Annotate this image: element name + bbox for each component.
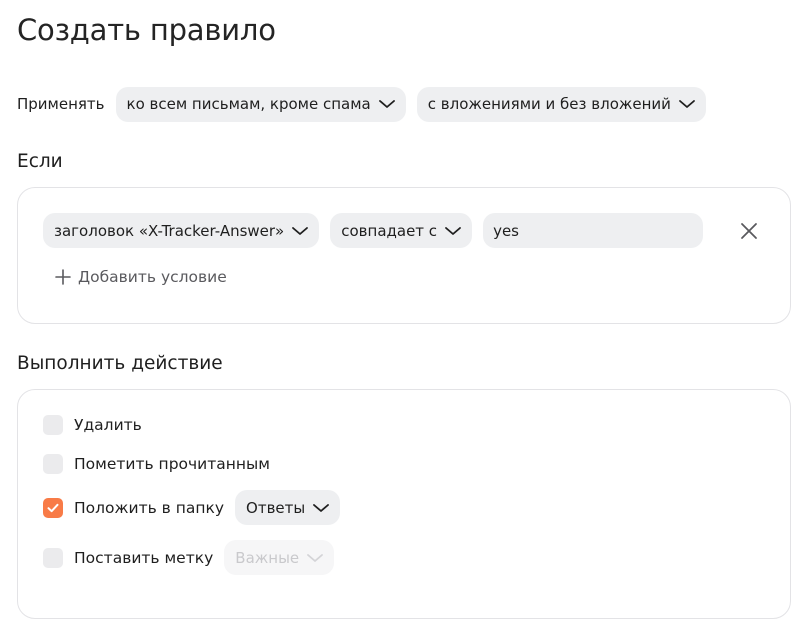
- chevron-down-icon: [378, 100, 395, 108]
- condition-operator-value: совпадает с: [341, 221, 438, 240]
- set-label-checkbox[interactable]: [43, 547, 63, 568]
- add-condition-button[interactable]: Добавить условие: [54, 268, 227, 286]
- folder-select[interactable]: Ответы: [235, 490, 341, 525]
- move-to-folder-checkbox[interactable]: [43, 497, 63, 518]
- scope-select-value: ко всем письмам, кроме спама: [126, 95, 371, 113]
- chevron-down-icon: [679, 100, 695, 108]
- condition-field-value: заголовок «X-Tracker-Answer»: [54, 221, 285, 240]
- action-move-to-folder: Положить в папку Ответы: [43, 490, 341, 525]
- action-mark-read: Пометить прочитанным: [43, 454, 270, 474]
- attachments-select[interactable]: с вложениями и без вложений: [416, 86, 706, 122]
- condition-row: заголовок «X-Tracker-Answer» совпадает с: [43, 213, 704, 248]
- label-select-value: Важные: [235, 548, 300, 567]
- actions-card: Удалить Пометить прочитанным Положить в …: [17, 389, 791, 619]
- chevron-down-icon: [307, 553, 324, 562]
- conditions-section-title: Если: [17, 151, 63, 172]
- mark-read-checkbox[interactable]: [43, 454, 63, 474]
- condition-operator-select[interactable]: совпадает с: [330, 213, 473, 248]
- scope-select[interactable]: ко всем письмам, кроме спама: [115, 86, 406, 122]
- action-delete-label: Удалить: [74, 416, 142, 434]
- condition-value-input[interactable]: [483, 213, 704, 248]
- close-icon[interactable]: [738, 220, 760, 242]
- add-condition-label: Добавить условие: [78, 268, 227, 286]
- actions-section-title: Выполнить действие: [17, 353, 223, 374]
- condition-field-select[interactable]: заголовок «X-Tracker-Answer»: [43, 213, 320, 248]
- action-move-to-folder-label: Положить в папку: [74, 498, 225, 517]
- plus-icon: [55, 269, 71, 285]
- apply-row: Применять ко всем письмам, кроме спама с…: [17, 86, 706, 122]
- action-delete: Удалить: [43, 415, 142, 435]
- label-select: Важные: [224, 540, 335, 575]
- attachments-select-value: с вложениями и без вложений: [427, 95, 671, 113]
- action-set-label: Поставить метку Важные: [43, 540, 335, 575]
- conditions-card: заголовок «X-Tracker-Answer» совпадает с…: [17, 187, 791, 324]
- chevron-down-icon: [445, 226, 461, 235]
- page-title: Создать правило: [17, 13, 276, 47]
- chevron-down-icon: [313, 503, 330, 512]
- chevron-down-icon: [292, 226, 309, 235]
- checkmark-icon: [47, 503, 59, 512]
- folder-select-value: Ответы: [246, 498, 306, 517]
- action-mark-read-label: Пометить прочитанным: [74, 455, 270, 473]
- action-set-label-label: Поставить метку: [74, 548, 214, 567]
- apply-label: Применять: [17, 95, 105, 113]
- delete-checkbox[interactable]: [43, 415, 63, 435]
